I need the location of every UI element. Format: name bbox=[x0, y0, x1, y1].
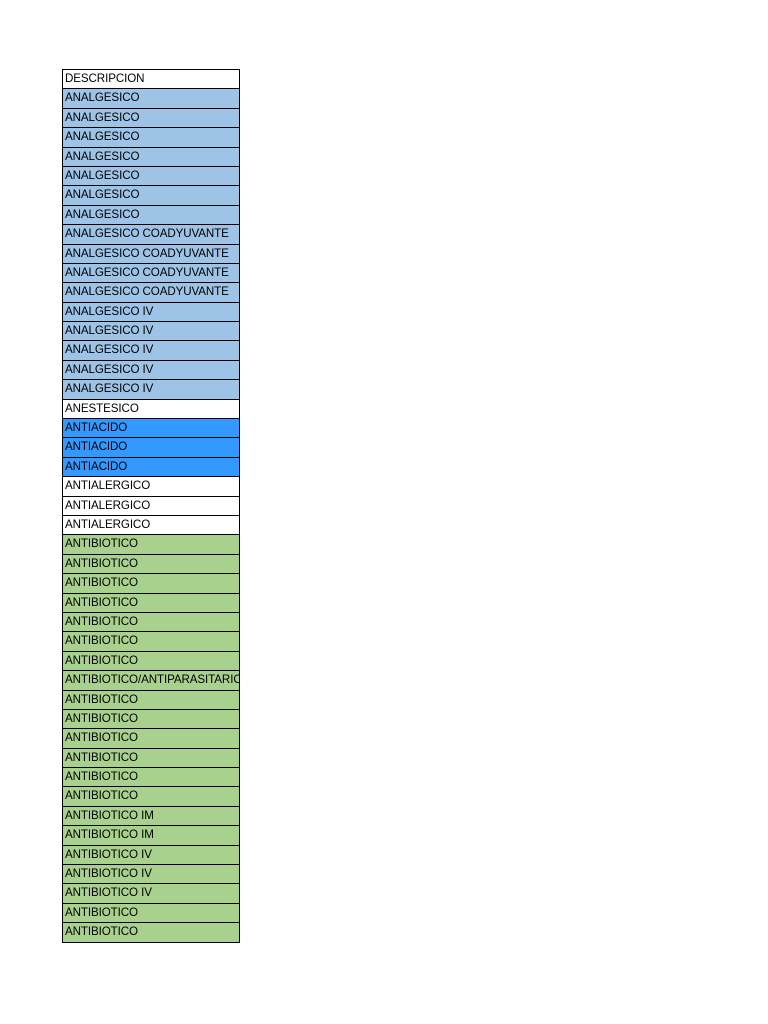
table-cell[interactable]: ANALGESICO COADYUVANTE bbox=[63, 263, 239, 284]
table-cell[interactable]: ANTIBIOTICO bbox=[63, 574, 239, 594]
table-cell[interactable]: ANTIBIOTICO bbox=[63, 632, 239, 652]
table-cell[interactable]: ANALGESICO COADYUVANTE bbox=[63, 283, 239, 303]
table-cell[interactable]: ANTIBIOTICO bbox=[63, 593, 239, 613]
table-cell[interactable]: ANALGESICO IV bbox=[63, 341, 239, 361]
table-cell[interactable]: ANALGESICO COADYUVANTE bbox=[63, 244, 239, 264]
table-cell[interactable]: ANALGESICO IV bbox=[63, 322, 239, 342]
table-cell[interactable]: ANTIBIOTICO bbox=[63, 787, 239, 807]
table-cell[interactable]: ANTIBIOTICO bbox=[63, 690, 239, 710]
table-cell[interactable]: ANTIBIOTICO IV bbox=[63, 845, 239, 866]
table-cell[interactable]: ANTIACIDO bbox=[63, 457, 239, 478]
table-cell[interactable]: ANALGESICO bbox=[63, 89, 239, 109]
table-cell[interactable]: ANTIBIOTICO/ANTIPARASITARIO bbox=[63, 671, 239, 691]
table-cell[interactable]: ANALGESICO IV bbox=[63, 360, 239, 381]
table-cell[interactable]: ANTIALERGICO bbox=[63, 477, 239, 497]
table-cell[interactable]: ANTIBIOTICO IM bbox=[63, 806, 239, 827]
table-cell[interactable]: ANTIBIOTICO bbox=[63, 651, 239, 672]
table-cell[interactable]: ANALGESICO bbox=[63, 108, 239, 129]
table-cell[interactable]: ANTIBIOTICO IV bbox=[63, 865, 239, 885]
table-cell[interactable]: ANTIBIOTICO IM bbox=[63, 826, 239, 846]
table-cell[interactable]: ANALGESICO bbox=[63, 186, 239, 206]
table-cell[interactable]: ANALGESICO bbox=[63, 128, 239, 148]
description-column: DESCRIPCION ANALGESICO ANALGESICO ANALGESIC… bbox=[62, 69, 240, 943]
table-cell[interactable]: ANTIBIOTICO bbox=[63, 748, 239, 769]
table-cell[interactable]: ANTIACIDO bbox=[63, 438, 239, 458]
table-cell[interactable]: ANALGESICO bbox=[63, 147, 239, 167]
column-header-cell[interactable]: DESCRIPCION bbox=[63, 70, 239, 90]
table-cell[interactable]: ANESTESICO bbox=[63, 399, 239, 420]
table-cell[interactable]: ANALGESICO IV bbox=[63, 302, 239, 323]
table-cell[interactable]: ANTIBIOTICO bbox=[63, 768, 239, 788]
table-cell[interactable]: ANTIACIDO bbox=[63, 419, 239, 439]
table-cell[interactable]: ANTIBIOTICO bbox=[63, 535, 239, 555]
table-cell[interactable]: ANALGESICO IV bbox=[63, 380, 239, 400]
table-cell[interactable]: ANTIBIOTICO bbox=[63, 612, 239, 633]
table-cell[interactable]: ANTIBIOTICO IV bbox=[63, 884, 239, 904]
table-cell[interactable]: ANTIBIOTICO bbox=[63, 923, 239, 943]
table-cell[interactable]: ANALGESICO bbox=[63, 166, 239, 187]
table-cell[interactable]: ANTIBIOTICO bbox=[63, 903, 239, 924]
table-cell[interactable]: ANTIBIOTICO bbox=[63, 709, 239, 730]
table-cell[interactable]: ANALGESICO COADYUVANTE bbox=[63, 225, 239, 245]
table-cell[interactable]: ANTIBIOTICO bbox=[63, 729, 239, 749]
table-cell[interactable]: ANTIALERGICO bbox=[63, 515, 239, 536]
table-cell[interactable]: ANTIBIOTICO bbox=[63, 554, 239, 575]
table-cell[interactable]: ANALGESICO bbox=[63, 205, 239, 226]
table-cell[interactable]: ANTIALERGICO bbox=[63, 496, 239, 516]
